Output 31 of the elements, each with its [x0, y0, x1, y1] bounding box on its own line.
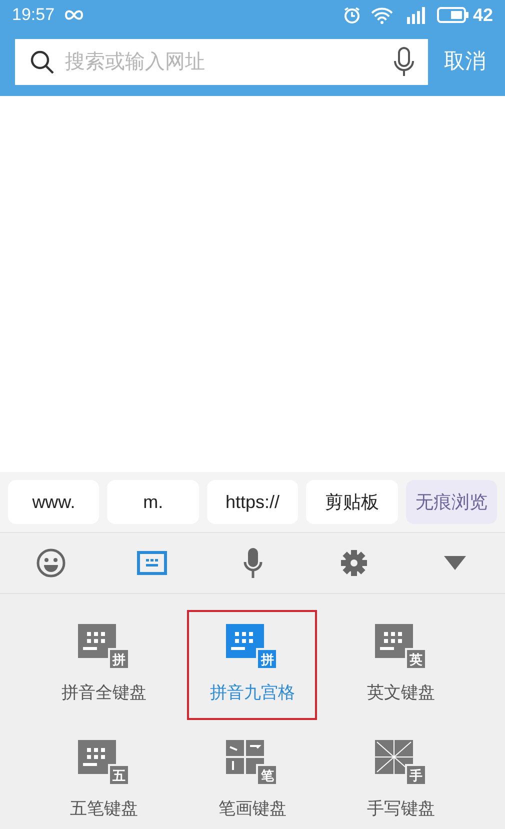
- keyboard-option[interactable]: 五 五笔键盘: [39, 726, 170, 829]
- layout-badge: 手: [404, 764, 427, 786]
- keyboard-option[interactable]: 拼 拼音全键盘: [39, 610, 170, 720]
- shortcut-chip[interactable]: www.: [8, 480, 100, 524]
- shortcut-chip[interactable]: 剪贴板: [306, 480, 398, 524]
- layout-badge: 笔: [256, 764, 278, 786]
- search-field[interactable]: 搜索或输入网址: [15, 39, 428, 85]
- wifi-icon: [370, 6, 393, 24]
- alarm-icon: [342, 6, 361, 24]
- keyboard-option[interactable]: 手 手写键盘: [336, 726, 466, 829]
- microphone-icon[interactable]: [242, 548, 262, 578]
- settings-icon[interactable]: [340, 549, 368, 577]
- smiley-icon[interactable]: [36, 548, 66, 578]
- layout-badge: 拼: [108, 648, 130, 670]
- shortcut-chip[interactable]: https://: [206, 480, 298, 524]
- keyboard-option[interactable]: 拼 拼音九宫格: [187, 610, 318, 720]
- shortcut-chip[interactable]: m.: [107, 480, 199, 524]
- search-icon: [29, 49, 55, 75]
- layout-badge: 英: [404, 648, 427, 670]
- keyboard-option[interactable]: 笔 笔画键盘: [187, 726, 318, 829]
- keyboard-option[interactable]: 英 英文键盘: [336, 610, 466, 720]
- microphone-icon[interactable]: [394, 47, 414, 77]
- battery-icon: [436, 7, 469, 23]
- battery-level: 42: [472, 4, 493, 26]
- keyboard-icon[interactable]: [136, 551, 166, 575]
- layout-badge: 拼: [256, 648, 278, 670]
- shortcut-chip[interactable]: 无痕浏览: [406, 480, 498, 524]
- layout-badge: 五: [108, 764, 130, 786]
- infinity-icon: [62, 9, 85, 21]
- status-time: 19:57: [12, 4, 55, 26]
- collapse-triangle-icon[interactable]: [444, 556, 466, 570]
